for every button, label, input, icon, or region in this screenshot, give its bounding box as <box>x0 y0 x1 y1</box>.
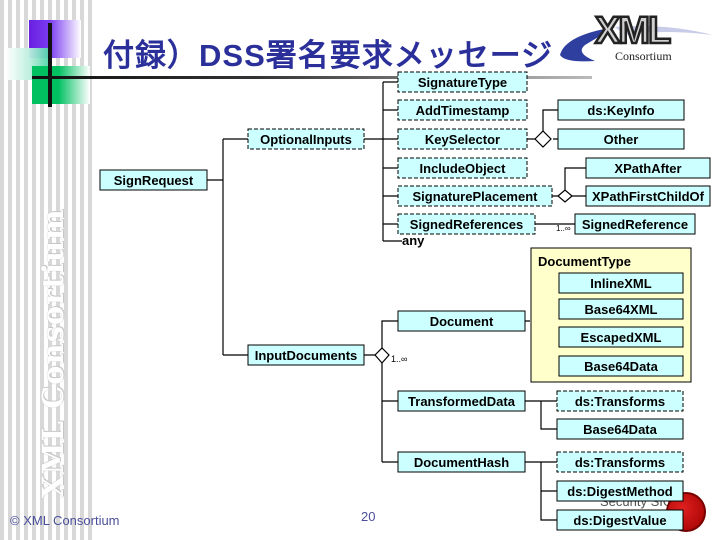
node-signature-placement: SignaturePlacement <box>397 185 553 207</box>
node-signature-type: SignatureType <box>397 71 528 93</box>
choice-diamond-keyselector <box>534 130 552 148</box>
node-label: InputDocuments <box>255 348 358 363</box>
node-label: SignRequest <box>114 173 194 188</box>
node-xpath-first-child-of: XPathFirstChildOf <box>585 185 711 207</box>
node-label: KeySelector <box>425 132 500 147</box>
node-label: InlineXML <box>590 276 651 291</box>
any-label: any <box>402 233 425 248</box>
node-other: Other <box>557 128 685 150</box>
node-transformed-data: TransformedData <box>397 390 526 412</box>
node-ds-digest-method: ds:DigestMethod <box>556 480 684 502</box>
node-xpath-after: XPathAfter <box>585 157 711 179</box>
node-ds-transforms-2: ds:Transforms <box>556 451 684 473</box>
documenthash-connector <box>525 461 557 521</box>
node-label: SignatureType <box>418 75 507 90</box>
node-escaped-xml: EscapedXML <box>558 326 684 348</box>
node-include-object: IncludeObject <box>397 157 528 179</box>
multiplicity-signed-reference: 1..∞ <box>556 224 571 233</box>
node-inline-xml: InlineXML <box>558 272 684 294</box>
node-label: Document <box>430 314 494 329</box>
node-label: DocumentHash <box>414 455 509 470</box>
node-label: ds:Transforms <box>575 394 665 409</box>
node-label: Base64Data <box>584 359 658 374</box>
documenttype-label: DocumentType <box>538 254 631 269</box>
node-base64-xml: Base64XML <box>558 298 684 320</box>
node-label: Base64XML <box>585 302 658 317</box>
multiplicity-input-documents: 1..∞ <box>391 354 407 364</box>
node-label: SignedReferences <box>410 217 523 232</box>
choice-diamond-inputdocuments <box>374 347 390 364</box>
inputdocuments-connector <box>364 320 398 463</box>
node-ds-transforms-1: ds:Transforms <box>556 390 684 412</box>
node-ds-digest-value: ds:DigestValue <box>556 509 684 531</box>
node-label: XPathFirstChildOf <box>592 189 705 204</box>
node-label: ds:KeyInfo <box>587 103 654 118</box>
node-base64-data-2: Base64Data <box>556 418 684 440</box>
node-base64-data-1: Base64Data <box>558 355 684 377</box>
node-label: TransformedData <box>408 394 516 409</box>
node-optional-inputs: OptionalInputs <box>247 128 365 150</box>
node-label: Base64Data <box>583 422 657 437</box>
node-input-documents: InputDocuments <box>247 344 365 366</box>
node-label: AddTimestamp <box>416 103 510 118</box>
node-label: ds:Transforms <box>575 455 665 470</box>
node-label: Other <box>604 132 639 147</box>
transformeddata-connector <box>525 400 557 430</box>
choice-diamond-signatureplacement <box>557 189 573 203</box>
node-label: ds:DigestMethod <box>567 484 673 499</box>
node-add-timestamp: AddTimestamp <box>397 99 528 121</box>
node-document: Document <box>397 310 526 332</box>
node-sign-request: SignRequest <box>99 169 208 191</box>
node-label: SignedReference <box>582 217 688 232</box>
node-signed-reference: SignedReference <box>574 213 696 235</box>
node-label: EscapedXML <box>581 330 662 345</box>
node-label: ds:DigestValue <box>573 513 666 528</box>
node-signed-references: SignedReferences <box>397 213 536 235</box>
node-key-selector: KeySelector <box>397 128 528 150</box>
node-label: SignaturePlacement <box>413 189 539 204</box>
node-ds-keyinfo: ds:KeyInfo <box>557 99 685 121</box>
dss-sign-request-diagram: DocumentType SignRequest OptionalInputs Si… <box>99 71 711 531</box>
node-label: IncludeObject <box>420 161 507 176</box>
node-label: OptionalInputs <box>260 132 352 147</box>
node-document-hash: DocumentHash <box>397 451 526 473</box>
node-label: XPathAfter <box>614 161 681 176</box>
signrequest-connector <box>207 138 248 356</box>
signatureplacement-connector <box>552 167 586 197</box>
optionalinputs-connector <box>364 81 402 242</box>
